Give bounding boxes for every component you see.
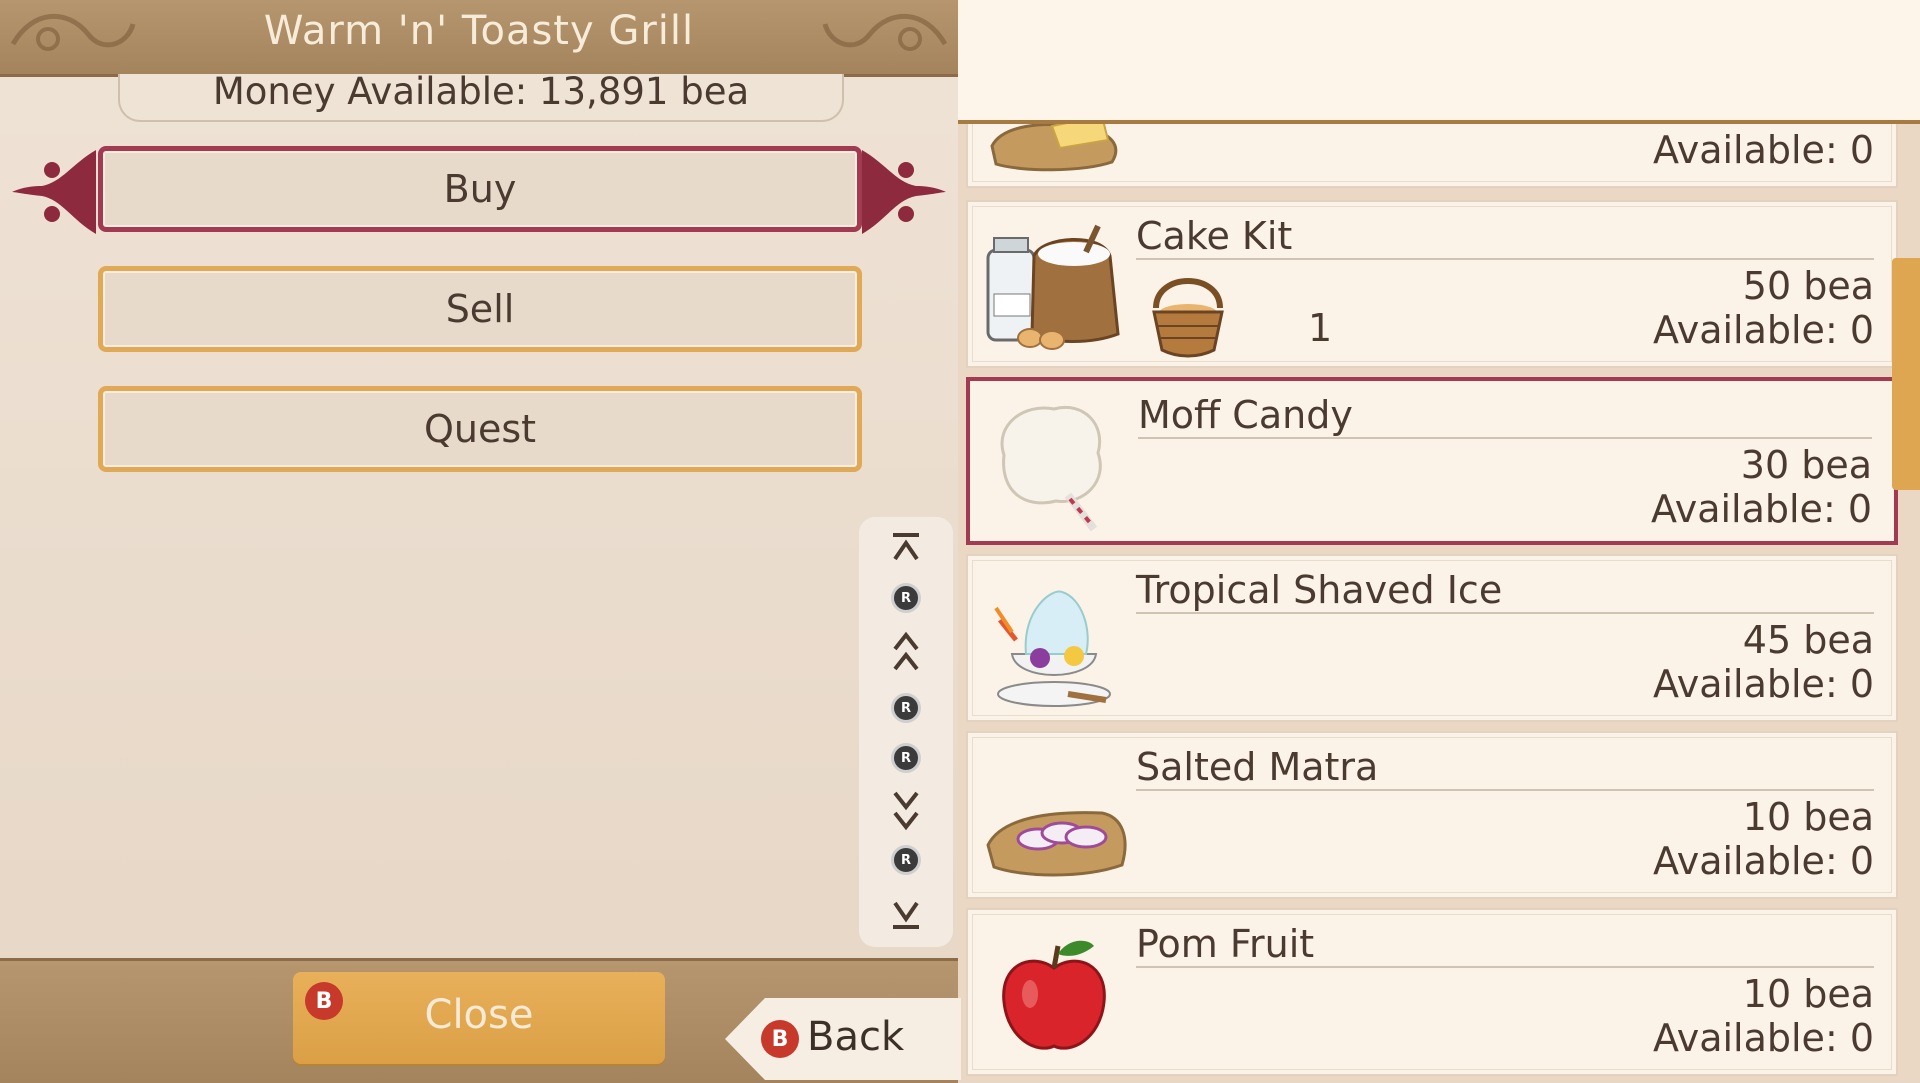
item-price: 30 bea (1740, 443, 1872, 487)
scroll-guide: R R R R (859, 517, 953, 947)
item-price: 10 bea (1742, 795, 1874, 839)
money-frame: Money Available: 13,891 bea (118, 70, 844, 122)
item-name: Moff Candy (1138, 393, 1872, 439)
item-available: Available: 0 (1652, 128, 1874, 172)
shaved-ice-icon (994, 590, 1111, 707)
selection-flourish-left-icon (12, 150, 96, 234)
item-name: Cake Kit (1136, 214, 1874, 260)
sell-button[interactable]: Sell (98, 266, 862, 352)
list-item[interactable]: Cake Kit 1 50 bea Available: 0 (966, 200, 1898, 368)
back-label: Back (807, 1014, 905, 1060)
close-button[interactable]: B Close (293, 972, 665, 1064)
r-stick-down-icon: R (859, 845, 953, 875)
item-list-panel: Available: 0 Cake Kit 1 50 bea Available… (958, 0, 1920, 1080)
item-available: Available: 0 (1652, 1016, 1874, 1060)
r-stick-left-icon: R (859, 693, 953, 723)
item-price: 10 bea (1742, 972, 1874, 1016)
page-up-icon[interactable] (859, 631, 953, 675)
item-name: Salted Matra (1136, 745, 1874, 791)
back-button[interactable]: B Back (725, 998, 961, 1080)
list-item[interactable]: Salted Matra 10 bea Available: 0 (966, 731, 1898, 899)
apple-icon (1002, 940, 1106, 1050)
item-price: 50 bea (1742, 264, 1874, 308)
list-item-selected[interactable]: Moff Candy 30 bea Available: 0 (966, 377, 1898, 545)
ingredient-quantity: 1 (1308, 306, 1333, 350)
scroll-to-bottom-icon[interactable] (859, 897, 953, 931)
quest-button[interactable]: Quest (98, 386, 862, 472)
list-item[interactable]: Tropical Shaved Ice 45 bea Available: 0 (966, 554, 1898, 722)
item-list[interactable]: Available: 0 Cake Kit 1 50 bea Available… (958, 124, 1920, 1080)
list-item[interactable]: Pom Fruit 10 bea Available: 0 (966, 908, 1898, 1076)
item-name: Tropical Shaved Ice (1136, 568, 1874, 614)
item-available: Available: 0 (1650, 487, 1872, 531)
page-down-icon[interactable] (859, 787, 953, 831)
shop-name: Warm 'n' Toasty Grill (263, 8, 695, 54)
item-price: 45 bea (1742, 618, 1874, 662)
cheese-bread-icon (990, 124, 1118, 172)
b-button-icon: B (761, 1020, 799, 1058)
shop-menu-panel: Warm 'n' Toasty Grill Money Available: 1… (0, 0, 958, 1083)
item-available: Available: 0 (1652, 839, 1874, 883)
title-bar: Warm 'n' Toasty Grill (0, 0, 958, 77)
cotton-candy-icon (1000, 406, 1102, 532)
item-available: Available: 0 (1652, 662, 1874, 706)
item-name: Pom Fruit (1136, 922, 1874, 968)
scroll-to-top-icon[interactable] (859, 531, 953, 565)
close-label: Close (424, 992, 534, 1038)
cake-kit-icon (986, 224, 1120, 350)
item-detail-header (958, 0, 1920, 124)
r-stick-up-icon: R (859, 583, 953, 613)
egg-basket-icon (1152, 278, 1224, 358)
r-stick-right-icon: R (859, 743, 953, 773)
money-available: Money Available: 13,891 bea (212, 70, 750, 113)
selection-flourish-right-icon (862, 150, 946, 234)
item-available: Available: 0 (1652, 308, 1874, 352)
buy-button[interactable]: Buy (98, 146, 862, 232)
salted-fish-icon (986, 811, 1127, 877)
list-scrollbar[interactable] (1892, 258, 1920, 490)
list-item[interactable]: Available: 0 (966, 124, 1898, 188)
